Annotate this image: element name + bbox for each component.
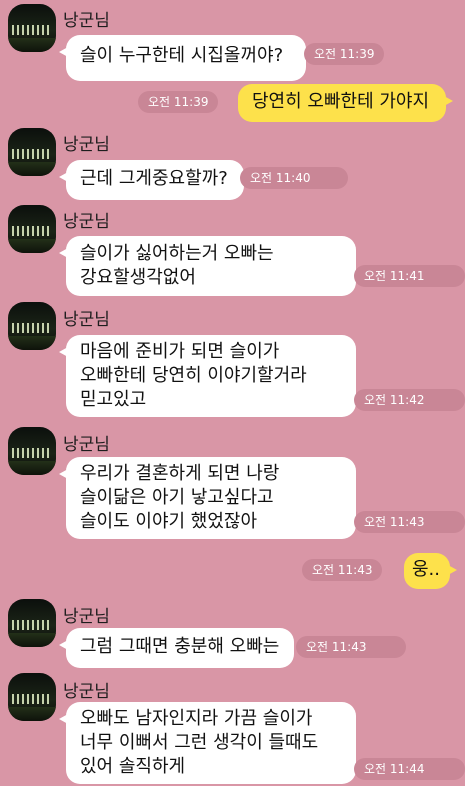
sender-name: 낭군님 xyxy=(63,682,110,702)
message-bubble[interactable]: 근데 그게중요할까? xyxy=(59,160,244,200)
message-bubble[interactable]: 슬이 누구한테 시집올꺼야? xyxy=(59,35,306,81)
sender-name: 낭군님 xyxy=(63,212,110,232)
sender-avatar[interactable] xyxy=(8,4,56,52)
message-bubble[interactable]: 웅.. xyxy=(404,553,457,589)
sender-name: 낭군님 xyxy=(63,11,110,31)
message-time: 오전 11:43 xyxy=(296,636,406,658)
sender-name: 낭군님 xyxy=(63,607,110,627)
sender-name: 낭군님 xyxy=(63,310,110,330)
message-time: 오전 11:40 xyxy=(240,167,348,189)
message-time: 오전 11:39 xyxy=(138,91,219,113)
sender-avatar[interactable] xyxy=(8,599,56,647)
message-time: 오전 11:44 xyxy=(354,758,465,780)
message-time: 오전 11:43 xyxy=(354,511,465,533)
message-bubble[interactable]: 우리가 결혼하게 되면 나랑 슬이닮은 아기 낳고싶다고 슬이도 이야기 했었잖… xyxy=(59,457,356,539)
sender-name: 낭군님 xyxy=(63,135,110,155)
message-time: 오전 11:43 xyxy=(302,559,383,581)
message-bubble[interactable]: 당연히 오빠한테 가야지 xyxy=(238,84,453,122)
message-time: 오전 11:39 xyxy=(304,43,385,65)
sender-avatar[interactable] xyxy=(8,205,56,253)
message-bubble[interactable]: 오빠도 남자인지라 가끔 슬이가 너무 이뻐서 그런 생각이 들때도 있어 솔직… xyxy=(59,702,356,784)
message-bubble[interactable]: 슬이가 싫어하는거 오빠는 강요할생각없어 xyxy=(59,236,356,296)
message-bubble[interactable]: 마음에 준비가 되면 슬이가 오빠한테 당연히 이야기할거라 믿고있고 xyxy=(59,335,356,417)
sender-name: 낭군님 xyxy=(63,435,110,455)
sender-avatar[interactable] xyxy=(8,128,56,176)
message-bubble[interactable]: 그럼 그때면 충분해 오빠는 xyxy=(59,628,294,668)
message-time: 오전 11:41 xyxy=(354,265,465,287)
sender-avatar[interactable] xyxy=(8,427,56,475)
message-time: 오전 11:42 xyxy=(354,389,465,411)
sender-avatar[interactable] xyxy=(8,673,56,721)
sender-avatar[interactable] xyxy=(8,302,56,350)
